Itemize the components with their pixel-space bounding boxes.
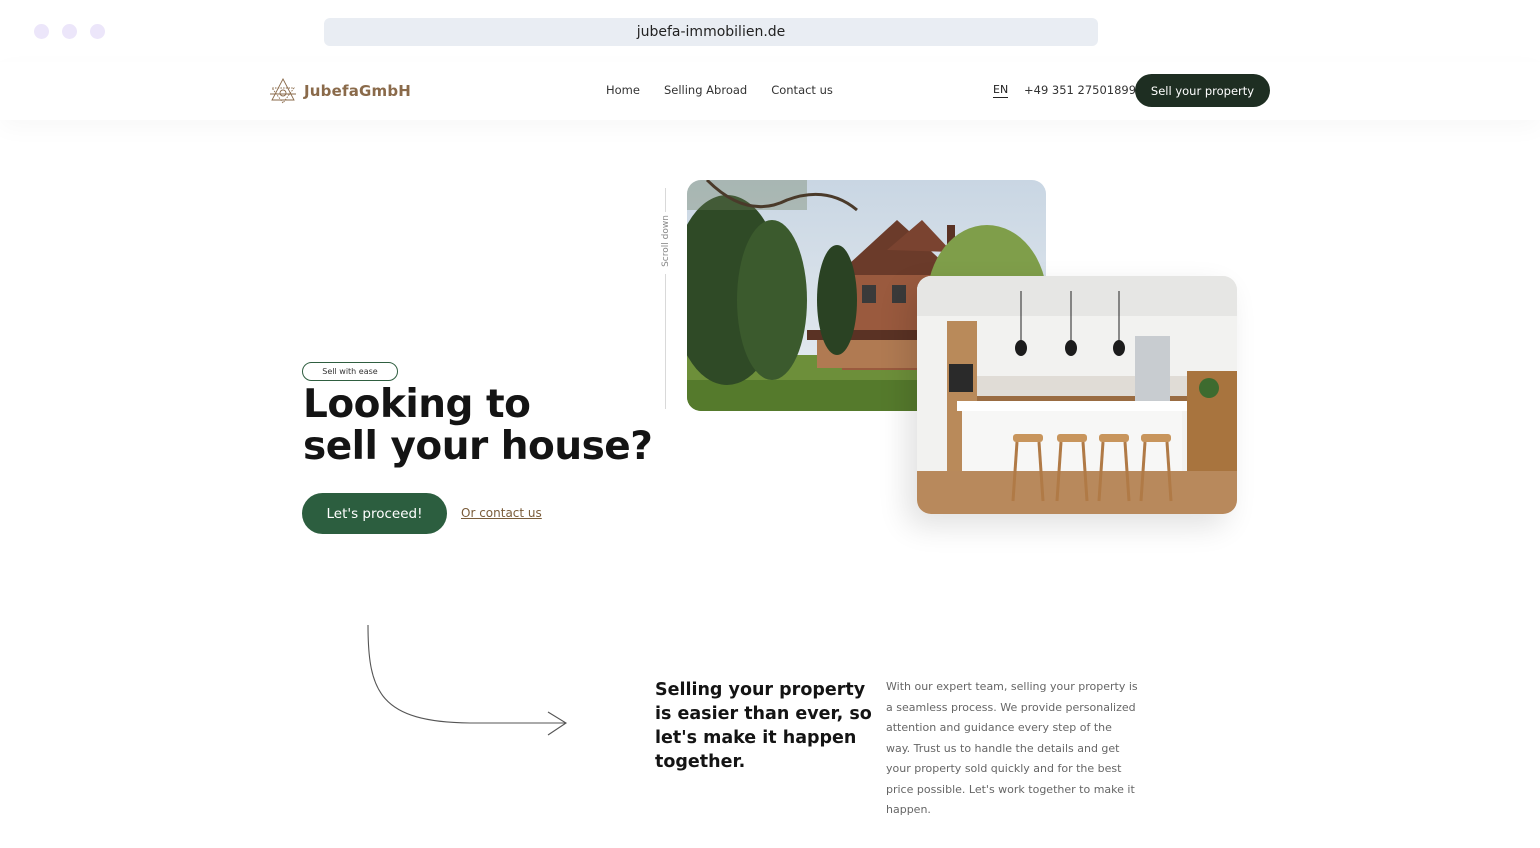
window-maximize-dot[interactable] bbox=[90, 24, 105, 39]
section-heading: Selling your property is easier than eve… bbox=[655, 680, 872, 772]
hero-title-line-1: Looking to bbox=[303, 382, 531, 427]
main-nav: Home Selling Abroad Contact us bbox=[606, 83, 833, 97]
nav-item-home[interactable]: Home bbox=[606, 83, 640, 97]
address-bar[interactable]: jubefa-immobilien.de bbox=[324, 18, 1098, 46]
hero-badge: Sell with ease bbox=[302, 362, 398, 381]
logo[interactable]: JubefaGmbH bbox=[268, 76, 411, 106]
browser-chrome: jubefa-immobilien.de bbox=[0, 0, 1540, 62]
hero-title: Looking to sell your house? bbox=[303, 382, 653, 469]
contact-us-link[interactable]: Or contact us bbox=[461, 506, 542, 520]
section-body: With our expert team, selling your prope… bbox=[886, 680, 1138, 816]
sell-property-button[interactable]: Sell your property bbox=[1135, 74, 1270, 107]
curved-arrow-icon bbox=[367, 624, 568, 736]
address-bar-url: jubefa-immobilien.de bbox=[636, 24, 786, 40]
hero-title-line-2: sell your house? bbox=[303, 424, 653, 469]
nav-item-selling-abroad[interactable]: Selling Abroad bbox=[664, 83, 747, 97]
logo-text: JubefaGmbH bbox=[304, 82, 412, 100]
nav-item-contact-us[interactable]: Contact us bbox=[771, 83, 833, 97]
phone-number[interactable]: +49 351 27501899 bbox=[1024, 83, 1136, 97]
site-header: JubefaGmbH Home Selling Abroad Contact u… bbox=[0, 62, 1540, 120]
scroll-down-label[interactable]: Scroll down bbox=[661, 210, 671, 272]
window-minimize-dot[interactable] bbox=[62, 24, 77, 39]
window-close-dot[interactable] bbox=[34, 24, 49, 39]
language-switcher[interactable]: EN bbox=[993, 83, 1009, 98]
kitchen-photo bbox=[917, 276, 1237, 514]
logo-mark-icon bbox=[270, 78, 296, 104]
proceed-button[interactable]: Let's proceed! bbox=[302, 493, 447, 534]
